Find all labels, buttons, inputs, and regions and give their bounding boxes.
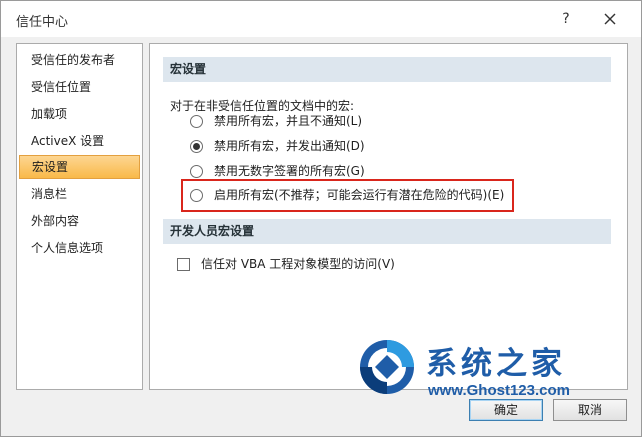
window-title: 信任中心	[16, 15, 69, 30]
watermark: 系统之家 www.Ghost123.com	[356, 336, 626, 406]
checkbox[interactable]	[177, 258, 190, 271]
trust-center-dialog: 信任中心 ? 受信任的发布者 受信任位置 加载项 ActiveX 设置 宏设置 …	[0, 0, 642, 437]
radio-dot-icon	[193, 143, 200, 150]
macro-settings-header: 宏设置	[163, 57, 611, 82]
watermark-logo-icon	[360, 340, 414, 394]
radio-label: 禁用所有宏，并发出通知(D)	[214, 139, 365, 153]
radio-button-selected[interactable]	[190, 140, 203, 153]
radio-label: 禁用所有宏，并且不通知(L)	[214, 114, 363, 128]
sidebar-item-external-content[interactable]: 外部内容	[19, 209, 140, 233]
sidebar-item-privacy-options[interactable]: 个人信息选项	[19, 236, 140, 260]
sidebar-item-message-bar[interactable]: 消息栏	[19, 182, 140, 206]
sidebar-item-macro-settings[interactable]: 宏设置	[19, 155, 140, 179]
title-bar: 信任中心 ?	[1, 1, 641, 37]
sidebar-item-activex-settings[interactable]: ActiveX 设置	[19, 129, 140, 153]
sidebar-item-trusted-locations[interactable]: 受信任位置	[19, 75, 140, 99]
watermark-url: www.Ghost123.com	[428, 382, 570, 399]
radio-button[interactable]	[190, 165, 203, 178]
category-sidebar: 受信任的发布者 受信任位置 加载项 ActiveX 设置 宏设置 消息栏 外部内…	[16, 43, 143, 390]
radio-button[interactable]	[190, 115, 203, 128]
ok-button[interactable]: 确定	[469, 399, 543, 421]
cancel-button[interactable]: 取消	[553, 399, 627, 421]
radio-label: 禁用无数字签署的所有宏(G)	[214, 164, 365, 178]
developer-macro-settings-header: 开发人员宏设置	[163, 219, 611, 244]
help-button[interactable]: ?	[551, 5, 581, 33]
close-icon	[604, 13, 616, 25]
sidebar-item-trusted-publishers[interactable]: 受信任的发布者	[19, 48, 140, 72]
close-button[interactable]	[593, 5, 627, 33]
checkbox-label: 信任对 VBA 工程对象模型的访问(V)	[201, 257, 395, 271]
sidebar-item-add-ins[interactable]: 加载项	[19, 102, 140, 126]
watermark-title: 系统之家	[426, 346, 566, 382]
annotation-highlight-box	[181, 179, 514, 212]
